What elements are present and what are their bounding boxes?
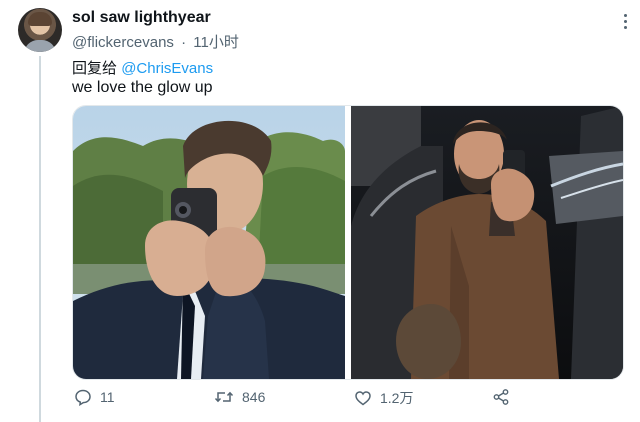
reply-count: 11	[100, 389, 115, 405]
handle[interactable]: @flickercevans	[72, 34, 174, 51]
retweet-icon	[214, 391, 234, 403]
more-options-icon[interactable]	[624, 14, 628, 32]
retweet-button[interactable]: 846	[214, 388, 265, 406]
meta-separator: ·	[181, 34, 187, 51]
avatar[interactable]	[18, 8, 62, 52]
photo-mirror-selfie-leather-jacket[interactable]	[351, 106, 623, 379]
timestamp[interactable]: 11小时	[193, 34, 239, 51]
photo-mirror-selfie-suit[interactable]	[73, 106, 345, 379]
reply-button[interactable]: 11	[74, 388, 115, 406]
tweet-actions: 11 846 1.2万	[72, 388, 612, 408]
thread-line	[39, 56, 41, 422]
reply-mention-link[interactable]: @ChrisEvans	[121, 60, 213, 77]
avatar-hair	[28, 12, 52, 26]
heart-icon	[355, 391, 371, 406]
share-button[interactable]	[492, 388, 518, 406]
reply-icon	[75, 389, 91, 406]
like-count: 1.2万	[380, 390, 414, 406]
reply-context: 回复给 @ChrisEvans	[72, 57, 213, 78]
display-name[interactable]: sol saw lighthyear	[72, 9, 211, 27]
reply-prefix: 回复给	[72, 60, 118, 77]
tweet-text: we love the glow up	[72, 79, 213, 96]
retweet-count: 846	[242, 389, 266, 405]
media-grid	[72, 105, 624, 380]
like-button[interactable]: 1.2万	[354, 388, 413, 408]
tweet-meta: @flickercevans · 11小时	[72, 31, 239, 52]
avatar-shirt	[24, 40, 56, 52]
share-icon	[493, 389, 509, 405]
